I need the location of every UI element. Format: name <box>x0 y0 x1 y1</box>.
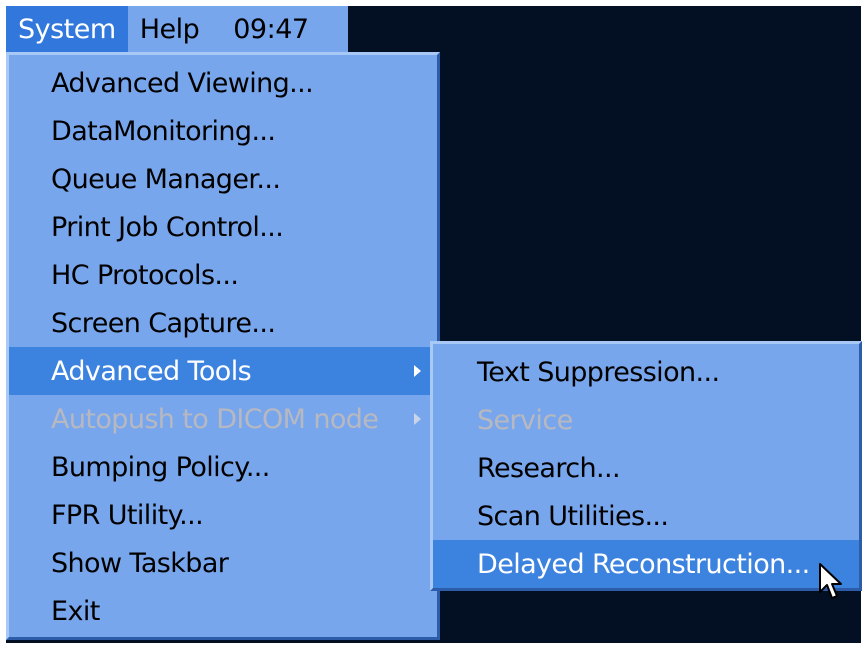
menu-item-fpr-utility[interactable]: FPR Utility... <box>9 491 437 539</box>
menu-item-advanced-tools[interactable]: Advanced Tools <box>9 347 437 395</box>
chevron-right-icon <box>414 365 421 377</box>
menu-item-label: Screen Capture... <box>51 307 276 339</box>
menu-item-label: Autopush to DICOM node <box>51 403 379 435</box>
menu-item-label: FPR Utility... <box>51 499 204 531</box>
menu-item-data-monitoring[interactable]: DataMonitoring... <box>9 107 437 155</box>
menu-item-queue-manager[interactable]: Queue Manager... <box>9 155 437 203</box>
menu-item-autopush-dicom: Autopush to DICOM node <box>9 395 437 443</box>
clock: 09:47 <box>233 13 309 45</box>
menu-item-label: Research... <box>477 452 621 484</box>
menu-item-label: Print Job Control... <box>51 211 284 243</box>
menu-item-show-taskbar[interactable]: Show Taskbar <box>9 539 437 587</box>
mouse-cursor-icon <box>819 563 842 599</box>
menu-item-label: Scan Utilities... <box>477 500 669 532</box>
menu-item-label: Exit <box>51 595 100 627</box>
menu-item-label: Bumping Policy... <box>51 451 270 483</box>
menu-bar: System Help 09:47 <box>6 6 348 52</box>
menu-item-label: DataMonitoring... <box>51 115 276 147</box>
submenu-item-delayed-reconstruction[interactable]: Delayed Reconstruction... <box>433 540 859 588</box>
submenu-item-service: Service <box>433 396 859 444</box>
chevron-right-icon <box>414 413 421 425</box>
menu-item-label: Service <box>477 404 573 436</box>
menu-item-label: Text Suppression... <box>477 356 720 388</box>
menu-item-advanced-viewing[interactable]: Advanced Viewing... <box>9 59 437 107</box>
menu-item-bumping-policy[interactable]: Bumping Policy... <box>9 443 437 491</box>
advanced-tools-submenu: Text Suppression... Service Research... … <box>430 341 862 591</box>
menu-item-label: HC Protocols... <box>51 259 239 291</box>
menu-item-hc-protocols[interactable]: HC Protocols... <box>9 251 437 299</box>
menu-item-label: Show Taskbar <box>51 547 229 579</box>
menu-item-label: Delayed Reconstruction... <box>477 548 810 580</box>
submenu-item-scan-utilities[interactable]: Scan Utilities... <box>433 492 859 540</box>
menu-help[interactable]: Help <box>128 6 212 52</box>
submenu-item-text-suppression[interactable]: Text Suppression... <box>433 348 859 396</box>
menu-item-print-job-control[interactable]: Print Job Control... <box>9 203 437 251</box>
system-menu: Advanced Viewing... DataMonitoring... Qu… <box>6 52 440 640</box>
menu-item-label: Advanced Tools <box>51 355 252 387</box>
menu-system[interactable]: System <box>6 6 128 52</box>
screen: System Help 09:47 Advanced Viewing... Da… <box>0 0 865 649</box>
menu-item-exit[interactable]: Exit <box>9 587 437 635</box>
menu-item-label: Queue Manager... <box>51 163 281 195</box>
menu-item-label: Advanced Viewing... <box>51 67 314 99</box>
menu-item-screen-capture[interactable]: Screen Capture... <box>9 299 437 347</box>
submenu-item-research[interactable]: Research... <box>433 444 859 492</box>
